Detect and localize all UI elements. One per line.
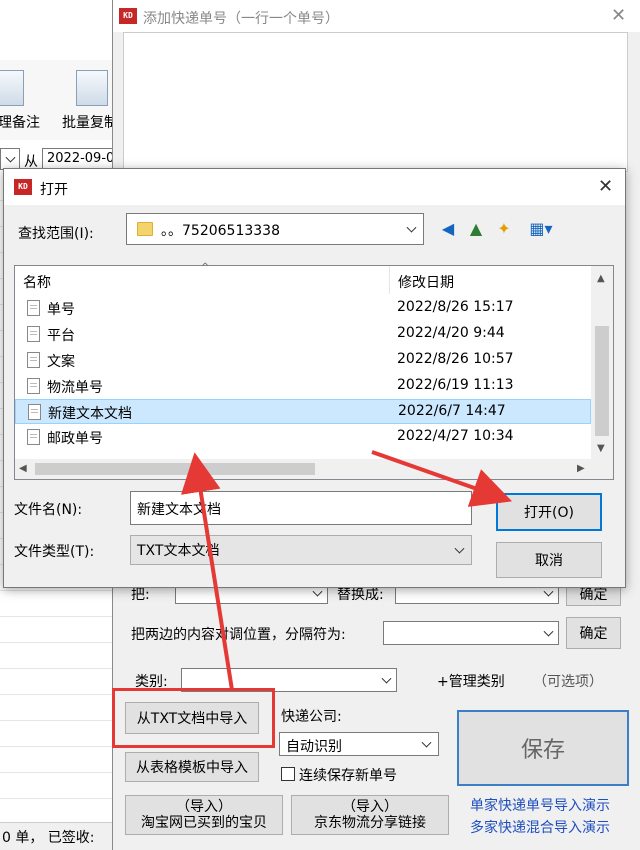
arrow-to-file-list [180,452,234,691]
annotation-arrows [180,450,513,691]
arrow-to-open-button [371,450,513,507]
